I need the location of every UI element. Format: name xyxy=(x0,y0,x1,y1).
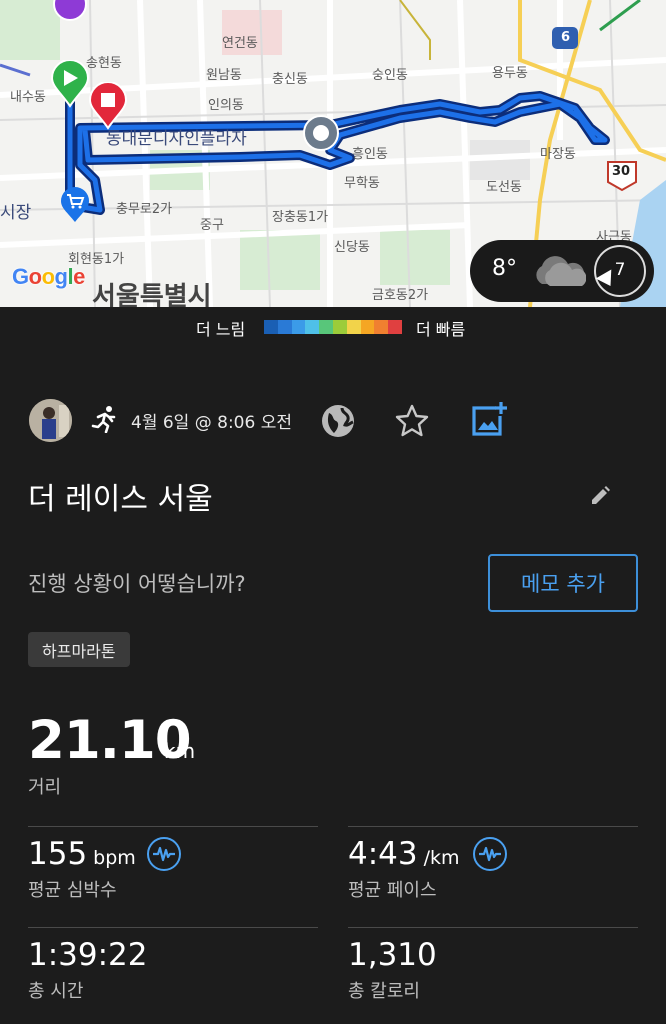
map-label: 도선동 xyxy=(486,180,522,195)
map-label: 무학동 xyxy=(344,176,380,191)
pace-unit: /km xyxy=(423,847,460,869)
pace-label: 평균 페이스 xyxy=(348,880,437,901)
speed-color-segment xyxy=(291,320,306,334)
running-icon xyxy=(91,406,116,433)
total-time-label: 총 시간 xyxy=(28,981,84,1002)
map-label: 충신동 xyxy=(272,72,308,87)
activity-date: 4월 6일 @ 8:06 오전 xyxy=(131,413,292,433)
speed-color-segment xyxy=(277,320,292,334)
add-photo-icon[interactable] xyxy=(470,400,508,438)
map-label-poi: 시장 xyxy=(0,203,32,223)
map-label: 금호동2가 xyxy=(372,288,429,303)
map-label: 숭인동 xyxy=(372,68,408,83)
heart-rate-value: 155 xyxy=(28,836,88,872)
pace-stat[interactable]: 4:43/km xyxy=(348,836,460,872)
map-label: 마장동 xyxy=(540,147,576,162)
speed-legend: 더 느림 더 빠름 xyxy=(0,316,666,339)
speed-color-segment xyxy=(332,320,347,334)
globe-icon[interactable] xyxy=(320,403,356,439)
google-logo: Google xyxy=(12,264,85,289)
map-label: 흥인동 xyxy=(352,147,388,162)
heart-rate-chart-icon[interactable] xyxy=(147,837,181,871)
total-calories-value: 1,310 xyxy=(348,937,437,973)
add-memo-button[interactable]: 메모 추가 xyxy=(488,554,638,612)
distance-unit: km xyxy=(164,739,196,763)
weather-temperature: 8° xyxy=(492,256,517,281)
wind-speed: 7 xyxy=(614,260,626,280)
speed-color-segment xyxy=(346,320,361,334)
speed-fast-label: 더 빠름 xyxy=(416,320,466,339)
map-label: 원남동 xyxy=(206,68,242,83)
cloud-icon xyxy=(536,256,586,286)
speed-color-bar xyxy=(264,320,402,334)
heart-rate-stat[interactable]: 155 bpm xyxy=(28,836,136,872)
divider xyxy=(348,927,638,928)
heart-rate-label: 평균 심박수 xyxy=(28,880,117,901)
activity-title[interactable]: 더 레이스 서울 xyxy=(28,474,213,518)
shopping-cart-icon xyxy=(61,187,89,222)
speed-slow-label: 더 느림 xyxy=(196,320,246,339)
avatar[interactable] xyxy=(29,399,72,442)
speed-color-segment xyxy=(388,320,402,334)
map-label: 송현동 xyxy=(86,56,122,71)
map-label: 충무로2가 xyxy=(116,202,173,217)
pace-chart-icon[interactable] xyxy=(473,837,507,871)
map-label: 장충동1가 xyxy=(272,210,329,225)
map-label: 용두동 xyxy=(492,66,528,81)
finish-marker-icon[interactable] xyxy=(88,82,128,130)
road-shield-label: 30 xyxy=(612,164,631,179)
wind-dial: 7 xyxy=(594,245,646,297)
speed-color-segment xyxy=(374,320,389,334)
location-pin-icon[interactable] xyxy=(302,114,340,156)
weather-widget[interactable]: 8° 7 xyxy=(470,240,654,302)
map-label: 인의동 xyxy=(208,98,244,113)
star-icon[interactable] xyxy=(394,403,430,439)
route-map[interactable]: 연건동 송현동 원남동 충신동 숭인동 용두동 내수동 인의동 동대문디자인플라… xyxy=(0,0,666,307)
map-label-city: 서울특별시 xyxy=(92,282,212,307)
place-marker-icon xyxy=(53,0,87,21)
map-label: 신당동 xyxy=(334,240,370,255)
divider xyxy=(348,826,638,827)
map-label: 연건동 xyxy=(222,36,258,51)
map-label: 중구 xyxy=(200,218,224,233)
start-marker-icon[interactable] xyxy=(50,60,90,108)
map-label: 내수동 xyxy=(10,90,46,105)
total-time-value: 1:39:22 xyxy=(28,937,148,973)
heart-rate-unit: bpm xyxy=(93,847,136,869)
edit-pencil-icon[interactable] xyxy=(588,484,612,508)
speed-color-segment xyxy=(319,320,333,334)
progress-prompt: 진행 상황이 어떻습니까? xyxy=(28,572,246,596)
speed-color-segment xyxy=(264,320,278,334)
divider xyxy=(28,927,318,928)
total-calories-label: 총 칼로리 xyxy=(348,981,420,1002)
speed-color-segment xyxy=(305,320,320,334)
activity-type-tag[interactable]: 하프마라톤 xyxy=(28,632,130,667)
divider xyxy=(28,826,318,827)
speed-color-segment xyxy=(360,320,375,334)
distance-label: 거리 xyxy=(28,777,62,798)
road-shield-label: 6 xyxy=(561,30,571,45)
pace-value: 4:43 xyxy=(348,836,418,872)
